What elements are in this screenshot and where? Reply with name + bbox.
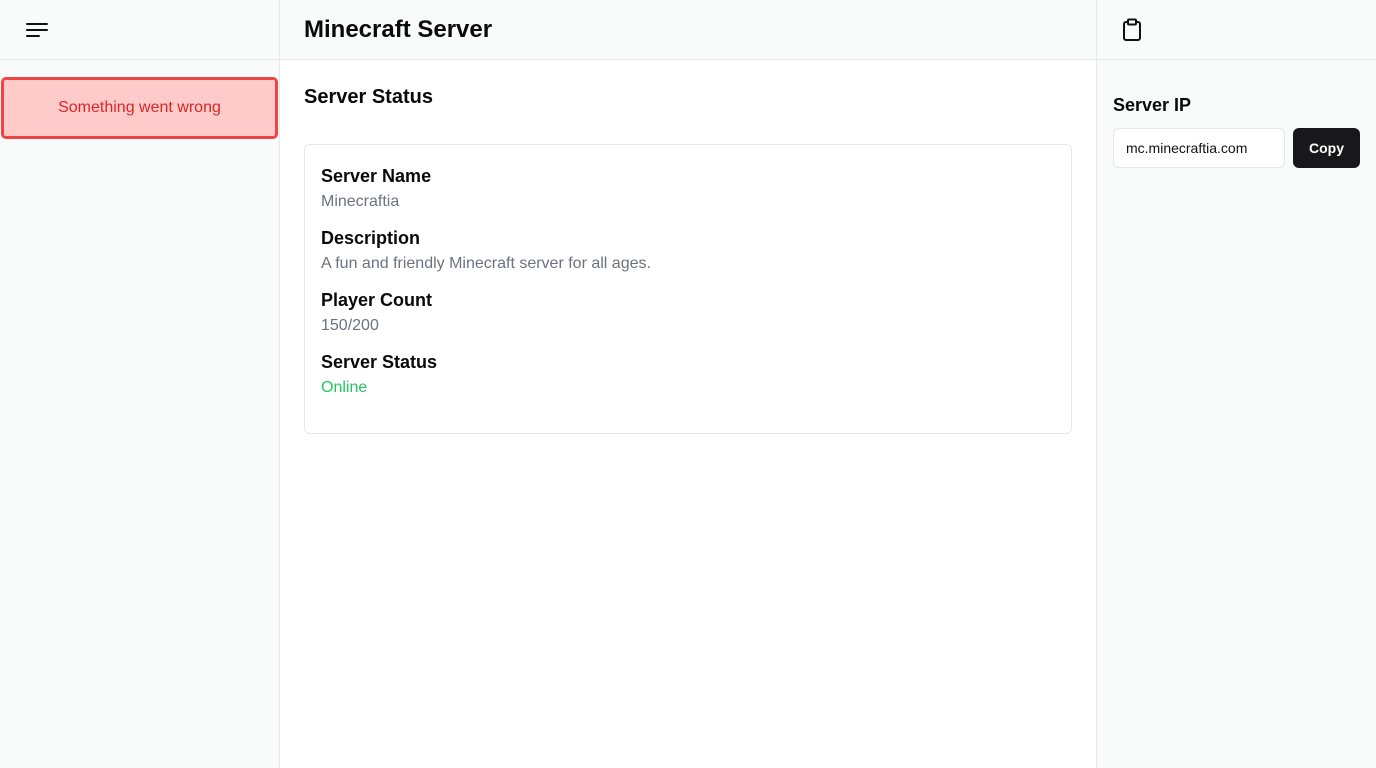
player-count-field: Player Count 150/200 (321, 289, 1055, 337)
app: Something went wrong Minecraft Server Se… (0, 0, 1376, 768)
clipboard-icon[interactable] (1121, 18, 1143, 42)
server-status-card: Server Name Minecraftia Description A fu… (304, 144, 1072, 434)
server-status-label: Server Status (321, 352, 438, 372)
server-name-value: Minecraftia (321, 193, 400, 210)
menu-button[interactable] (24, 19, 50, 41)
error-alert: Something went wrong (1, 77, 278, 139)
page-title: Minecraft Server (304, 15, 493, 43)
server-status-field: Server Status Online (321, 351, 1055, 399)
main-content: Minecraft Server Server Status Server Na… (280, 0, 1097, 768)
right-panel: Server IP Copy (1097, 0, 1376, 768)
server-name-field: Server Name Minecraftia (321, 165, 1055, 213)
description-field: Description A fun and friendly Minecraft… (321, 227, 1055, 275)
menu-icon (26, 22, 48, 37)
server-status-value: Online (321, 379, 368, 396)
server-ip-label: Server IP (1113, 95, 1192, 115)
description-label: Description (321, 228, 421, 248)
player-count-label: Player Count (321, 290, 433, 310)
copy-button[interactable]: Copy (1293, 128, 1360, 168)
section-title: Server Status (304, 86, 433, 108)
player-count-value: 150/200 (321, 317, 379, 334)
server-name-label: Server Name (321, 166, 432, 186)
description-value: A fun and friendly Minecraft server for … (321, 255, 651, 272)
right-header (1097, 0, 1376, 60)
main-header: Minecraft Server (280, 0, 1096, 60)
error-message: Something went wrong (58, 99, 221, 116)
server-ip-input[interactable] (1113, 128, 1285, 168)
sidebar: Something went wrong (0, 0, 280, 768)
sidebar-header (0, 0, 279, 60)
